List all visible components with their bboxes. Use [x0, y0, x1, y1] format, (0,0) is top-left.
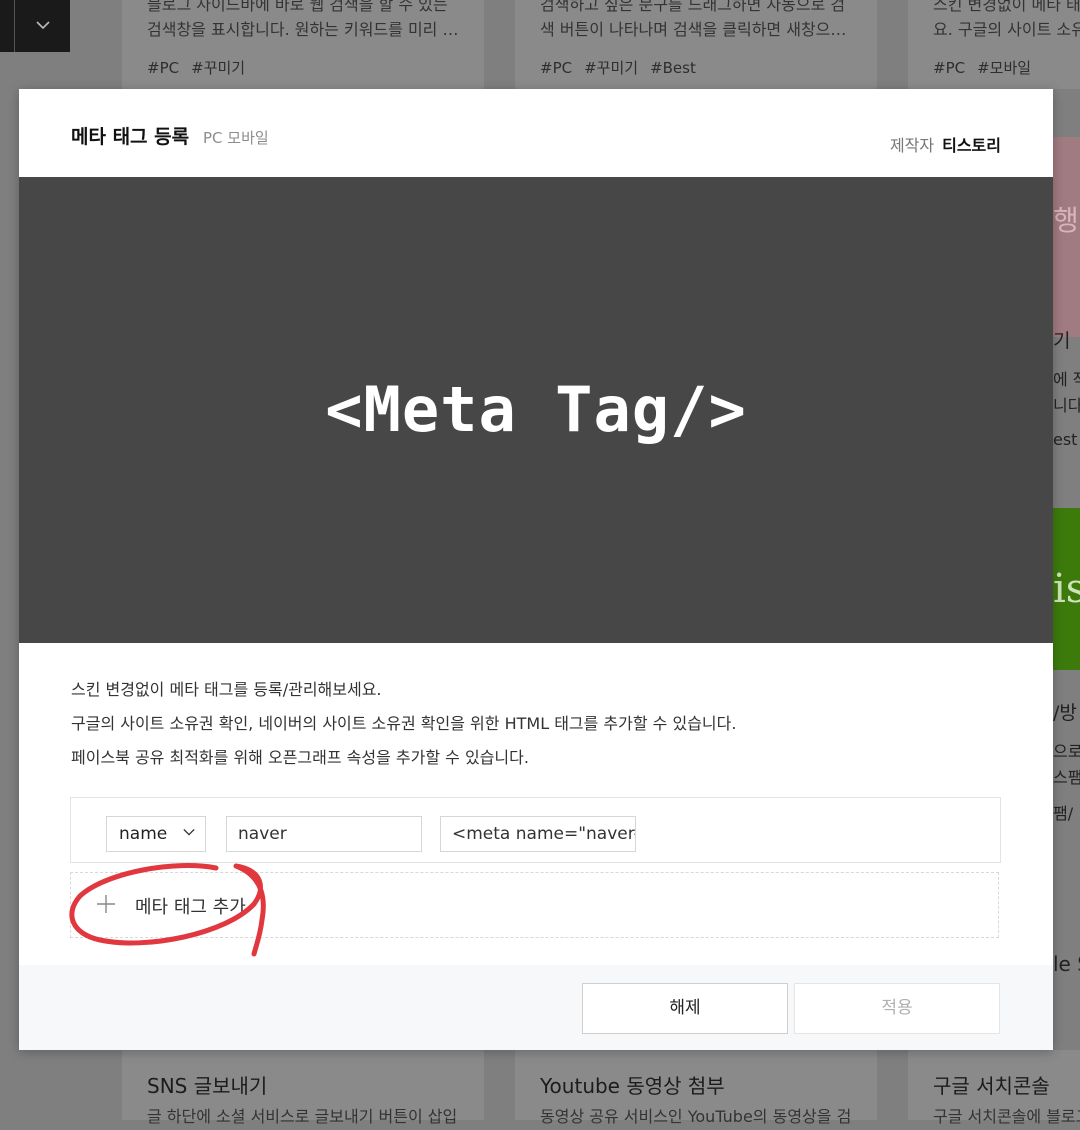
description-line: 구글의 사이트 소유권 확인, 네이버의 사이트 소유권 확인을 위한 HTML… [71, 714, 737, 733]
tag[interactable]: #꾸미기 [584, 59, 638, 77]
plugin-card-desc: 동영상 공유 서비스인 YouTube의 동영상을 검 [540, 1107, 852, 1126]
attribute-select-value: name [119, 824, 168, 844]
maker-label: 제작자 [889, 136, 935, 155]
plugin-thumbnail: 행 [1053, 137, 1080, 337]
meta-name-input[interactable]: naver [226, 816, 422, 852]
modal-title: 메타 태그 등록 [71, 126, 190, 148]
side-card-tag: est [1053, 430, 1078, 449]
side-card-desc: 니다 [1053, 396, 1080, 415]
plugin-card-title: Youtube 동영상 첨부 [540, 1074, 725, 1098]
modal-footer: 해제 적용 [19, 965, 1053, 1050]
tag[interactable]: #PC [933, 59, 965, 77]
plugin-card-tags: #PC #꾸미기 #Best [540, 57, 708, 78]
plus-icon [97, 895, 115, 913]
plugin-hero-image: <Meta Tag/> [19, 177, 1053, 643]
chevron-down-icon [183, 828, 195, 836]
hero-title: <Meta Tag/> [325, 373, 747, 446]
platform-badges: PC 모바일 [203, 129, 269, 147]
plugin-card-tags: #PC #모바일 [933, 57, 1043, 78]
maker-name: 티스토리 [942, 136, 1001, 155]
apply-button[interactable]: 적용 [794, 983, 1000, 1034]
plugin-card-desc: 구글 서치콘솔에 블로그 [933, 1107, 1080, 1126]
meta-tag-row: name naver <meta name="naver-si [70, 797, 1001, 863]
side-card-title: le S [1053, 952, 1080, 976]
description-line: 스킨 변경없이 메타 태그를 등록/관리해보세요. [71, 680, 382, 699]
side-card-desc: 에 작 [1053, 370, 1080, 389]
thumbnail-text: is [1053, 566, 1080, 612]
tag[interactable]: #꾸미기 [191, 59, 245, 77]
plugin-description: 스킨 변경없이 메타 태그를 등록/관리해보세요. 구글의 사이트 소유권 확인… [71, 673, 736, 775]
maker-info: 제작자 티스토리 [890, 132, 1001, 156]
side-card-tag: 팸/ [1053, 804, 1074, 823]
add-meta-tag-button[interactable]: 메타 태그 추가 [70, 872, 999, 938]
side-card-desc: 스팸 [1053, 768, 1080, 787]
plugin-card-desc: 검색창을 표시합니다. 원하는 키워드를 미리 … [147, 20, 459, 39]
description-line: 페이스북 공유 최적화를 위해 오픈그래프 속성을 추가할 수 있습니다. [71, 748, 529, 767]
add-meta-tag-label: 메타 태그 추가 [135, 897, 246, 918]
meta-content-input[interactable]: <meta name="naver-si [440, 816, 636, 852]
tag[interactable]: #PC [540, 59, 572, 77]
cancel-button[interactable]: 해제 [582, 983, 788, 1034]
plugin-card-tags: #PC #꾸미기 [147, 57, 257, 78]
background-dropdown[interactable] [0, 0, 70, 52]
plugin-thumbnail: is [1053, 508, 1080, 670]
plugin-card-title: 구글 서치콘솔 [933, 1074, 1050, 1098]
plugin-card-title: SNS 글보내기 [147, 1074, 268, 1098]
plugin-card-desc: 블로그 사이드바에 바로 웹 검색을 할 수 있는 [147, 0, 448, 14]
side-card-title: /방 [1053, 702, 1077, 724]
modal-header: 메타 태그 등록 PC 모바일 제작자 티스토리 [19, 89, 1053, 177]
tag[interactable]: #Best [650, 59, 696, 77]
attribute-select[interactable]: name [106, 816, 206, 852]
tag[interactable]: #PC [147, 59, 179, 77]
tag[interactable]: #모바일 [977, 59, 1031, 77]
thumbnail-text: 행 [1053, 204, 1079, 237]
plugin-card-desc: 글 하단에 소셜 서비스로 글보내기 버튼이 삽입 [147, 1107, 458, 1126]
meta-tag-modal: 메타 태그 등록 PC 모바일 제작자 티스토리 <Meta Tag/> 스킨 변… [19, 89, 1053, 1050]
chevron-down-icon [14, 0, 71, 52]
side-card-title: 기 [1053, 330, 1071, 352]
plugin-card-desc: 색 버튼이 나타나며 검색을 클릭하면 새창으… [540, 20, 847, 39]
plugin-card-desc: 검색하고 싶은 문구를 드래그하면 자동으로 검 [540, 0, 846, 14]
side-card-desc: 으로 [1053, 742, 1080, 761]
plugin-card-desc: 스킨 변경없이 메타 태그 [933, 0, 1080, 14]
plugin-card-desc: 요. 구글의 사이트 소유 [933, 20, 1080, 39]
